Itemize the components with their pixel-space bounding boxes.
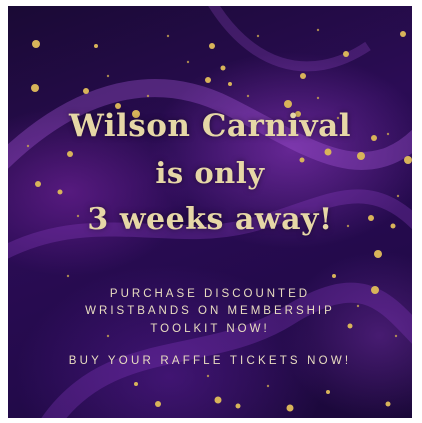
cta-line-4: BUY YOUR RAFFLE TICKETS NOW! (68, 355, 352, 367)
carnival-poster: Wilson Carnival is only 3 weeks away! PU… (8, 6, 412, 418)
cta-line-2: WRISTBANDS ON MEMBERSHIP (85, 305, 335, 317)
headline-line-2: is only (155, 156, 265, 190)
cta-line-1: PURCHASE DISCOUNTED (109, 288, 311, 300)
headline-line-3: 3 weeks away! (87, 202, 333, 237)
cta-line-3: TOOLKIT NOW! (150, 323, 270, 335)
headline-line-1: Wilson Carnival (68, 108, 352, 144)
